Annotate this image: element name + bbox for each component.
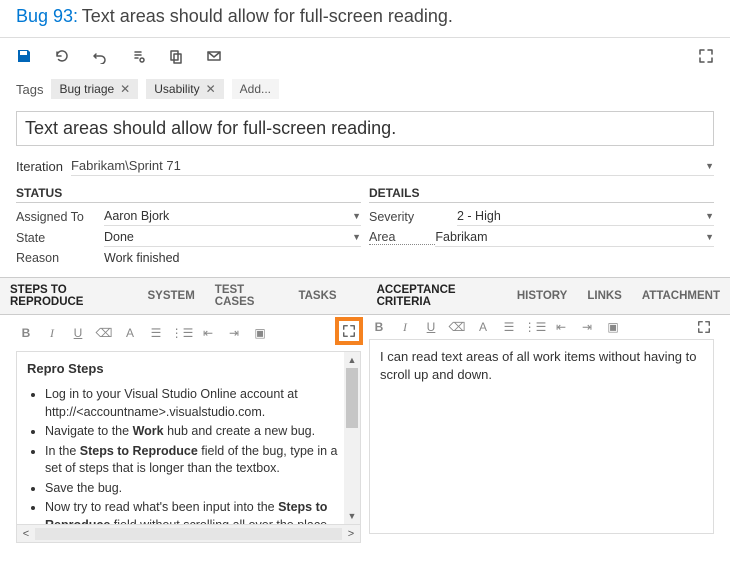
strike-icon[interactable]: ⌫ xyxy=(96,325,112,341)
status-heading: STATUS xyxy=(16,180,361,203)
tag-usability[interactable]: Usability ✕ xyxy=(146,79,223,99)
list-item: Log in to your Visual Studio Online acco… xyxy=(45,386,350,421)
main-toolbar xyxy=(0,38,730,77)
tab-acceptance-criteria[interactable]: ACCEPTANCE CRITERIA xyxy=(367,278,507,314)
tab-system[interactable]: SYSTEM xyxy=(138,284,205,308)
state-value: Done xyxy=(104,230,134,244)
reason-label: Reason xyxy=(16,251,104,265)
unordered-list-icon[interactable]: ⋮☰ xyxy=(174,325,190,341)
undo-icon[interactable] xyxy=(92,48,108,67)
bold-icon[interactable]: B xyxy=(371,319,387,335)
acceptance-text: I can read text areas of all work items … xyxy=(380,349,697,382)
image-icon[interactable]: ▣ xyxy=(252,325,268,341)
list-item: In the Steps to Reproduce field of the b… xyxy=(45,443,350,478)
bug-id-link[interactable]: Bug 93: xyxy=(16,6,78,26)
scroll-up-icon[interactable]: ▲ xyxy=(344,352,360,368)
vertical-scrollbar[interactable]: ▲ ▼ xyxy=(344,352,360,524)
ordered-list-icon[interactable]: ☰ xyxy=(148,325,164,341)
copy-icon[interactable] xyxy=(168,48,184,67)
add-tag-button[interactable]: Add... xyxy=(232,79,279,99)
remove-tag-icon[interactable]: ✕ xyxy=(120,82,130,96)
scroll-track[interactable] xyxy=(35,528,342,540)
chevron-down-icon: ▼ xyxy=(352,211,361,221)
scroll-thumb[interactable] xyxy=(346,368,358,428)
indent-icon[interactable]: ⇥ xyxy=(579,319,595,335)
chevron-down-icon: ▼ xyxy=(352,232,361,242)
chevron-down-icon: ▼ xyxy=(705,211,714,221)
refresh-icon[interactable] xyxy=(54,48,70,67)
indent-icon[interactable]: ⇥ xyxy=(226,325,242,341)
tab-steps-to-reproduce[interactable]: STEPS TO REPRODUCE xyxy=(0,278,138,314)
tab-test-cases[interactable]: TEST CASES xyxy=(205,278,289,314)
tag-label: Bug triage xyxy=(59,82,114,96)
repro-steps-editor[interactable]: Repro Steps Log in to your Visual Studio… xyxy=(16,351,361,525)
reason-value: Work finished xyxy=(104,249,361,267)
font-color-icon[interactable]: A xyxy=(122,325,138,341)
list-item: Now try to read what's been input into t… xyxy=(45,499,350,525)
assigned-to-dropdown[interactable]: Aaron Bjork ▼ xyxy=(104,207,361,226)
scroll-down-icon[interactable]: ▼ xyxy=(344,508,360,524)
unordered-list-icon[interactable]: ⋮☰ xyxy=(527,319,543,335)
assigned-to-value: Aaron Bjork xyxy=(104,209,169,223)
tab-tasks[interactable]: TASKS xyxy=(288,284,346,308)
fullscreen-icon[interactable] xyxy=(698,48,714,67)
severity-label: Severity xyxy=(369,210,457,224)
email-icon[interactable] xyxy=(206,48,222,67)
expand-icon[interactable] xyxy=(696,319,712,335)
scroll-left-icon[interactable]: < xyxy=(17,528,35,540)
tags-label: Tags xyxy=(16,82,43,97)
underline-icon[interactable]: U xyxy=(423,319,439,335)
area-label: Area xyxy=(369,230,435,245)
tab-attachment[interactable]: ATTACHMENT xyxy=(632,284,730,308)
horizontal-scrollbar[interactable]: < > xyxy=(16,525,361,543)
assign-icon[interactable] xyxy=(130,48,146,67)
editor-toolbar-left: B I U ⌫ A ☰ ⋮☰ ⇤ ⇥ ▣ xyxy=(16,315,361,351)
bug-title: Text areas should allow for full-screen … xyxy=(82,6,453,26)
save-icon[interactable] xyxy=(16,48,32,67)
title-input[interactable]: Text areas should allow for full-screen … xyxy=(16,111,714,146)
tag-bug-triage[interactable]: Bug triage ✕ xyxy=(51,79,138,99)
details-heading: DETAILS xyxy=(369,180,714,203)
acceptance-criteria-editor[interactable]: I can read text areas of all work items … xyxy=(369,339,714,534)
repro-heading: Repro Steps xyxy=(27,360,350,378)
tab-history[interactable]: HISTORY xyxy=(507,284,577,308)
list-item: Navigate to the Work hub and create a ne… xyxy=(45,423,350,441)
image-icon[interactable]: ▣ xyxy=(605,319,621,335)
severity-dropdown[interactable]: 2 - High ▼ xyxy=(457,207,714,226)
remove-tag-icon[interactable]: ✕ xyxy=(206,82,216,96)
chevron-down-icon: ▼ xyxy=(705,232,714,242)
area-dropdown[interactable]: Fabrikam ▼ xyxy=(435,228,714,247)
iteration-dropdown[interactable]: Fabrikam\Sprint 71 ▼ xyxy=(71,156,714,176)
outdent-icon[interactable]: ⇤ xyxy=(200,325,216,341)
expand-icon[interactable] xyxy=(341,323,357,339)
iteration-label: Iteration xyxy=(16,159,63,174)
strike-icon[interactable]: ⌫ xyxy=(449,319,465,335)
highlighted-fullscreen-button xyxy=(335,317,363,345)
ordered-list-icon[interactable]: ☰ xyxy=(501,319,517,335)
bold-icon[interactable]: B xyxy=(18,325,34,341)
assigned-to-label: Assigned To xyxy=(16,210,104,224)
italic-icon[interactable]: I xyxy=(44,325,60,341)
outdent-icon[interactable]: ⇤ xyxy=(553,319,569,335)
chevron-down-icon: ▼ xyxy=(705,161,714,171)
state-dropdown[interactable]: Done ▼ xyxy=(104,228,361,247)
tab-links[interactable]: LINKS xyxy=(577,284,632,308)
tag-label: Usability xyxy=(154,82,199,96)
font-color-icon[interactable]: A xyxy=(475,319,491,335)
italic-icon[interactable]: I xyxy=(397,319,413,335)
list-item: Save the bug. xyxy=(45,480,350,498)
underline-icon[interactable]: U xyxy=(70,325,86,341)
scroll-right-icon[interactable]: > xyxy=(342,528,360,540)
editor-toolbar-right: B I U ⌫ A ☰ ⋮☰ ⇤ ⇥ ▣ xyxy=(369,315,714,339)
severity-value: 2 - High xyxy=(457,209,501,223)
iteration-value: Fabrikam\Sprint 71 xyxy=(71,158,181,173)
state-label: State xyxy=(16,231,104,245)
area-value: Fabrikam xyxy=(435,230,487,244)
